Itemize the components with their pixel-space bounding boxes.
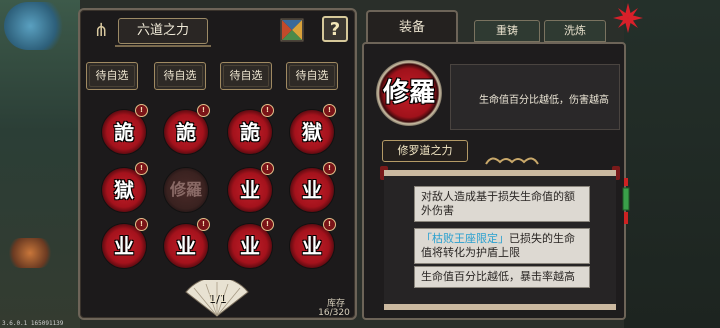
rune-item[interactable]: 詭!	[102, 104, 148, 154]
rune-new-badge: !	[323, 218, 336, 231]
rune-new-badge: !	[135, 162, 148, 175]
slot-select-button-3[interactable]: 待自选	[220, 62, 272, 90]
six-paths-panel: ⋔ 六道之力 ? 待自选 待自选 待自选 待自选 詭! 詭! 詭! 獄! 獄! 修羅业! 业…	[78, 8, 357, 320]
rune-item[interactable]: 业!	[290, 218, 336, 268]
tassel-ornament	[622, 178, 630, 224]
effect-entry-1: 对敌人造成基于损失生命值的额外伤害	[414, 186, 590, 222]
rune-new-badge: !	[135, 104, 148, 117]
rune-item[interactable]: 业!	[228, 218, 274, 268]
background-lantern	[6, 238, 54, 268]
rune-new-badge: !	[197, 218, 210, 231]
page-indicator-wrap: 1/1	[182, 280, 252, 318]
slot-select-button-1[interactable]: 待自选	[86, 62, 138, 90]
tuning-fork-icon[interactable]: ⋔	[90, 20, 112, 42]
cloud-ornament	[485, 157, 539, 165]
rune-new-badge: !	[323, 104, 336, 117]
help-button[interactable]: ?	[322, 16, 348, 42]
rune-new-badge: !	[261, 162, 274, 175]
slot-select-button-4[interactable]: 待自选	[286, 62, 338, 90]
tab-equip[interactable]: 装备	[366, 10, 458, 44]
tab-recast[interactable]: 重铸	[474, 20, 540, 42]
rune-item[interactable]: 獄!	[102, 162, 148, 212]
rune-new-badge: !	[197, 104, 210, 117]
rune-new-badge: !	[135, 218, 148, 231]
rune-item[interactable]: 业!	[164, 218, 210, 268]
effect-highlight: 「枯败王座限定」	[421, 232, 509, 245]
close-flower-icon[interactable]	[612, 2, 644, 34]
equipped-power-description: 生命值百分比越低，伤害越高	[450, 64, 620, 130]
background-scene-right	[624, 0, 720, 328]
effect-text: 对敌人造成基于损失生命值的额外伤害	[421, 190, 575, 217]
page-indicator: 1/1	[208, 292, 226, 305]
rune-item[interactable]: 修羅	[164, 168, 208, 212]
color-palette-icon[interactable]	[280, 18, 304, 42]
slot-select-button-2[interactable]: 待自选	[154, 62, 206, 90]
inventory-count: 16/320	[318, 308, 350, 318]
rune-item[interactable]: 獄!	[290, 104, 336, 154]
equipped-power-emblem[interactable]: 修羅	[376, 60, 442, 126]
effect-entry-2: 「枯败王座限定」已损失的生命值将转化为护盾上限	[414, 228, 590, 264]
equipped-power-glyph: 修羅	[382, 78, 435, 108]
rune-new-badge: !	[323, 162, 336, 175]
rune-item[interactable]: 詭!	[228, 104, 274, 154]
rune-new-badge: !	[261, 104, 274, 117]
rune-item[interactable]: 业!	[228, 162, 274, 212]
version-label: 3.6.0.1 165091139	[2, 320, 64, 327]
effect-entry-3: 生命值百分比越低，暴击率越高	[414, 266, 590, 288]
equipped-power-name: 修罗道之力	[382, 140, 468, 162]
tab-wash[interactable]: 洗炼	[544, 20, 606, 42]
background-scene-left	[0, 0, 80, 328]
rune-item[interactable]: 业!	[102, 218, 148, 268]
panel-title: 六道之力	[115, 18, 211, 47]
rune-item[interactable]: 詭!	[164, 104, 210, 154]
rune-item[interactable]: 业!	[290, 162, 336, 212]
rune-glyph: 修羅	[169, 180, 202, 199]
rune-new-badge: !	[261, 218, 274, 231]
background-pond	[4, 2, 70, 50]
effect-text: 生命值百分比越低，暴击率越高	[421, 270, 575, 283]
